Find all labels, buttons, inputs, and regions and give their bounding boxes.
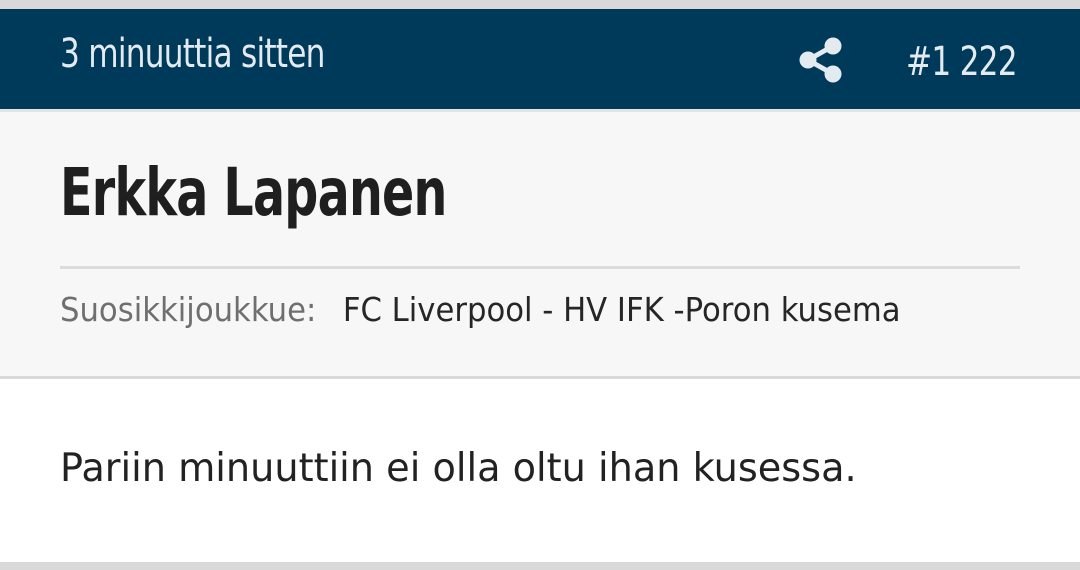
top-border [0,0,1080,9]
post-number[interactable]: #1 222 [906,39,1018,85]
author-name[interactable]: Erkka Lapanen [60,154,447,231]
favorite-team-label: Suosikkijoukkue: [60,290,317,329]
divider [60,266,1020,269]
author-panel: Erkka Lapanen Suosikkijoukkue: FC Liverp… [0,109,1080,379]
post-message: Pariin minuuttiin ei olla oltu ihan kuse… [60,446,857,491]
favorite-team-row: Suosikkijoukkue: FC Liverpool - HV IFK -… [60,290,901,329]
share-button[interactable] [798,36,844,84]
panel-divider [0,376,1080,379]
bottom-border [0,562,1080,570]
favorite-team-value: FC Liverpool - HV IFK -Poron kusema [342,290,901,329]
post-timestamp: 3 minuuttia sitten [60,31,325,77]
share-icon [799,37,842,83]
post-header: 3 minuuttia sitten #1 222 [0,9,1080,109]
